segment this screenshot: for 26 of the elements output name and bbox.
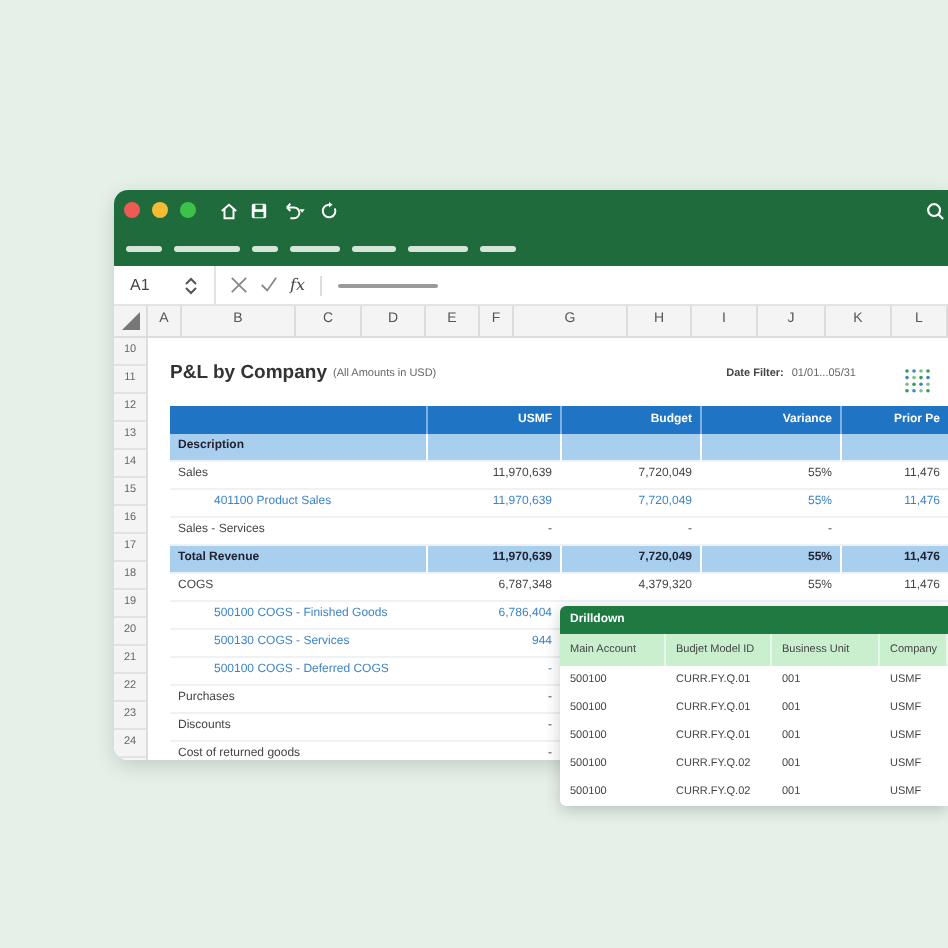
menu-placeholder[interactable]: [126, 245, 162, 251]
search-icon[interactable]: [926, 201, 944, 219]
menu-placeholder[interactable]: [174, 245, 240, 251]
stepper-icon[interactable]: [184, 275, 198, 295]
menu-placeholder[interactable]: [252, 245, 278, 251]
table-cell: [426, 434, 560, 462]
select-all-icon[interactable]: [121, 312, 139, 330]
table-cell: [560, 434, 700, 462]
minimize-button[interactable]: [152, 202, 168, 218]
report-title: P&L by Company: [170, 359, 327, 388]
refresh-icon[interactable]: [320, 201, 338, 219]
table-cell: [840, 434, 948, 462]
undo-icon[interactable]: [280, 201, 308, 219]
maximize-button[interactable]: [180, 202, 196, 218]
cancel-icon[interactable]: [230, 276, 248, 294]
function-button[interactable]: fx: [290, 273, 305, 297]
menu-placeholder[interactable]: [290, 245, 340, 251]
menu-placeholder[interactable]: [408, 245, 468, 251]
check-icon[interactable]: [260, 276, 278, 294]
home-icon[interactable]: [220, 201, 238, 219]
grid-dots-icon[interactable]: [904, 367, 932, 393]
menu-placeholder[interactable]: [352, 245, 396, 251]
save-icon[interactable]: [250, 201, 268, 219]
name-box[interactable]: A1: [114, 273, 184, 297]
table-cell: [700, 434, 840, 462]
menu-placeholder[interactable]: [480, 245, 516, 251]
